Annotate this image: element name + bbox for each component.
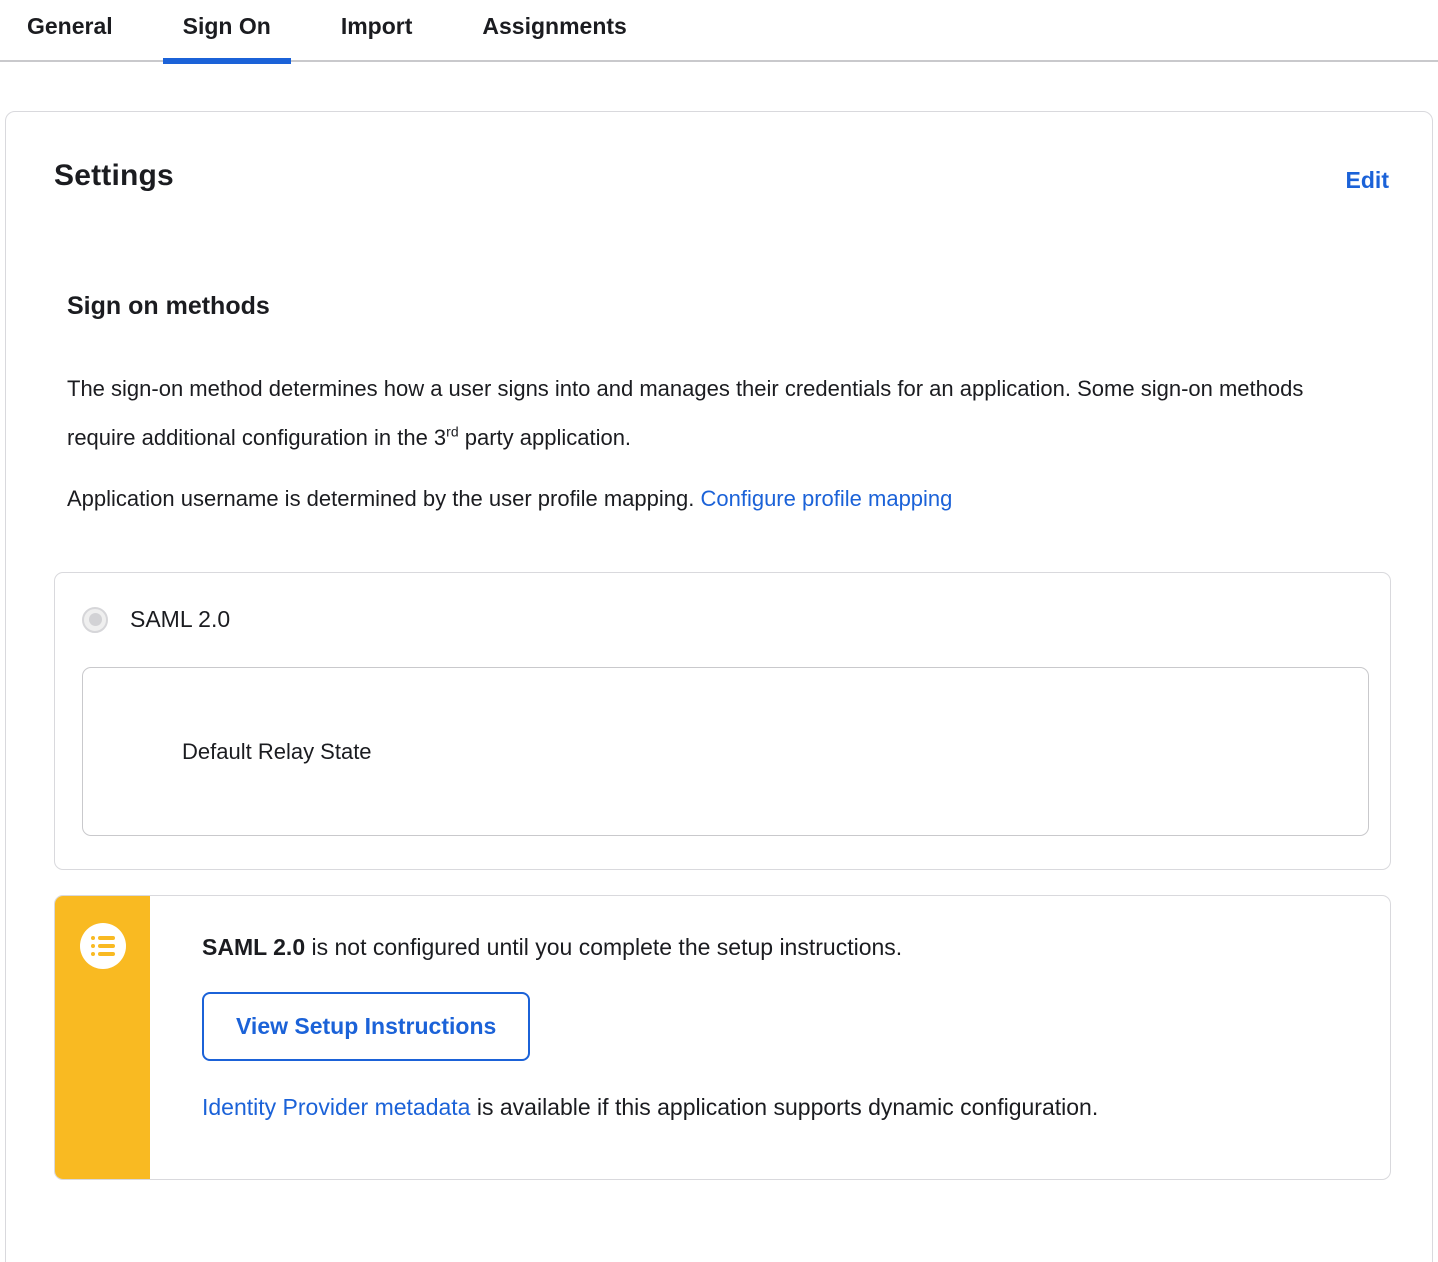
description-text-part2: party application. — [458, 425, 632, 450]
callout-warning-strip — [55, 896, 150, 1179]
section-title: Sign on methods — [67, 292, 270, 320]
list-icon — [79, 923, 126, 969]
sign-on-description: The sign-on method determines how a user… — [67, 364, 1307, 462]
tab-sign-on[interactable]: Sign On — [162, 13, 292, 64]
callout-message-bold: SAML 2.0 — [202, 934, 306, 960]
view-setup-instructions-button[interactable]: View Setup Instructions — [202, 992, 531, 1061]
metadata-line: Identity Provider metadata is available … — [202, 1091, 1098, 1123]
username-mapping-line: Application username is determined by th… — [67, 484, 1307, 514]
saml-radio-button[interactable] — [82, 606, 108, 633]
saml-radio-label: SAML 2.0 — [130, 606, 231, 632]
tab-import[interactable]: Import — [321, 13, 433, 60]
edit-link[interactable]: Edit — [1346, 167, 1389, 194]
default-relay-state-box: Default Relay State — [82, 667, 1369, 836]
description-text-part1: The sign-on method determines how a user… — [67, 376, 1304, 450]
radio-dot-icon — [88, 613, 102, 626]
callout-message: SAML 2.0 is not configured until you com… — [202, 931, 1098, 963]
sign-on-methods-section: Sign on methods The sign-on method deter… — [54, 292, 1389, 514]
identity-provider-metadata-link[interactable]: Identity Provider metadata — [202, 1094, 470, 1120]
saml-option-box: SAML 2.0 Default Relay State — [54, 572, 1391, 870]
settings-card: Settings Edit Sign on methods The sign-o… — [5, 111, 1433, 1262]
callout-body: SAML 2.0 is not configured until you com… — [150, 896, 1138, 1179]
tab-general[interactable]: General — [7, 13, 133, 60]
page-title: Settings — [54, 159, 174, 192]
settings-card-header: Settings Edit — [54, 159, 1389, 194]
saml-radio-row: SAML 2.0 — [82, 606, 1365, 633]
app-tab-bar: General Sign On Import Assignments — [0, 0, 1438, 64]
description-superscript: rd — [446, 423, 459, 440]
metadata-line-text: is available if this application support… — [470, 1094, 1099, 1120]
tab-assignments[interactable]: Assignments — [462, 13, 646, 60]
callout-message-text: is not configured until you complete the… — [305, 934, 903, 960]
default-relay-state-label: Default Relay State — [182, 738, 372, 764]
saml-not-configured-callout: SAML 2.0 is not configured until you com… — [54, 895, 1391, 1180]
configure-profile-mapping-link[interactable]: Configure profile mapping — [700, 486, 952, 511]
username-mapping-text: Application username is determined by th… — [67, 486, 701, 511]
